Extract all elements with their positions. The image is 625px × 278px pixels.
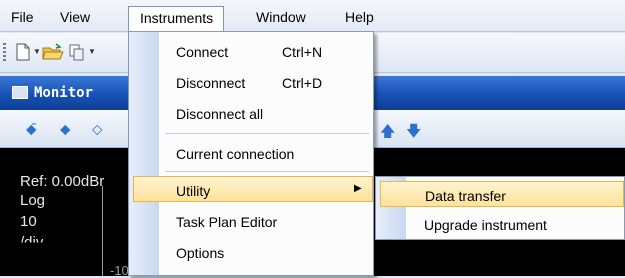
menu-item-label: Disconnect all: [176, 106, 264, 122]
submenu-item-data-transfer[interactable]: Data transfer: [380, 181, 624, 207]
menu-item-current-connection[interactable]: Current connection: [159, 140, 373, 166]
scale-mode-label: Log: [20, 192, 46, 209]
menu-help[interactable]: Help: [345, 9, 374, 25]
menu-separator: [165, 133, 369, 134]
menu-item-label: Disconnect: [176, 75, 246, 91]
menu-separator: [165, 171, 369, 172]
submenu-arrow-icon: ▶: [354, 183, 362, 194]
utility-submenu: Data transfer Upgrade instrument: [375, 176, 625, 240]
menu-item-label: Options: [176, 245, 225, 261]
submenu-item-label: Data transfer: [425, 188, 506, 204]
scale-value-label: 10: [20, 213, 37, 230]
toolbar-grip[interactable]: [3, 43, 6, 63]
submenu-item-label: Upgrade instrument: [424, 217, 547, 233]
menu-file[interactable]: File: [11, 9, 34, 25]
marker-icon[interactable]: ⬦: [92, 121, 103, 138]
submenu-item-upgrade-instrument[interactable]: Upgrade instrument: [380, 211, 624, 237]
copy-dropdown-icon[interactable]: ▼: [88, 47, 96, 56]
menu-view[interactable]: View: [60, 9, 90, 25]
scale-unit-label: /div: [20, 234, 44, 251]
monitor-window-icon: [12, 86, 28, 99]
copy-icon[interactable]: [68, 42, 86, 62]
menu-item-utility[interactable]: Utility ▶: [133, 176, 373, 202]
menu-item-label: Connect: [176, 44, 229, 60]
menu-gutter: [129, 32, 159, 275]
ref-level-label: Ref: 0.00dBr: [20, 173, 105, 190]
new-document-icon[interactable]: [14, 42, 32, 62]
new-dropdown-icon[interactable]: ▼: [33, 47, 41, 56]
menu-item-disconnect[interactable]: Disconnect Ctrl+D: [159, 69, 373, 95]
marker-peak-icon[interactable]: ⬥̄: [26, 121, 37, 138]
menu-item-label: Task Plan Editor: [176, 214, 278, 230]
menu-window[interactable]: Window: [256, 9, 306, 25]
menu-item-label: Utility: [176, 183, 211, 199]
menu-bar: File View Instruments Window Help: [0, 0, 625, 32]
menu-item-connect[interactable]: Connect Ctrl+N: [159, 38, 373, 64]
menu-item-shortcut: Ctrl+N: [282, 44, 323, 60]
open-folder-icon[interactable]: [42, 42, 64, 62]
menu-item-shortcut: Ctrl+D: [282, 75, 323, 91]
grid-line: [102, 186, 103, 276]
marker-next-icon[interactable]: ⬥: [60, 121, 71, 138]
arrow-up-icon[interactable]: 🡅: [380, 121, 395, 146]
menu-item-label: Current connection: [176, 146, 295, 162]
menu-item-options[interactable]: Options: [159, 239, 373, 265]
menu-item-task-plan-editor[interactable]: Task Plan Editor: [159, 208, 373, 234]
instruments-menu: Connect Ctrl+N Disconnect Ctrl+D Disconn…: [128, 31, 374, 276]
menu-instruments[interactable]: Instruments: [128, 6, 225, 31]
monitor-title: Monitor: [34, 85, 94, 101]
arrow-down-icon[interactable]: 🡇: [406, 121, 421, 146]
menu-item-disconnect-all[interactable]: Disconnect all: [159, 100, 373, 126]
